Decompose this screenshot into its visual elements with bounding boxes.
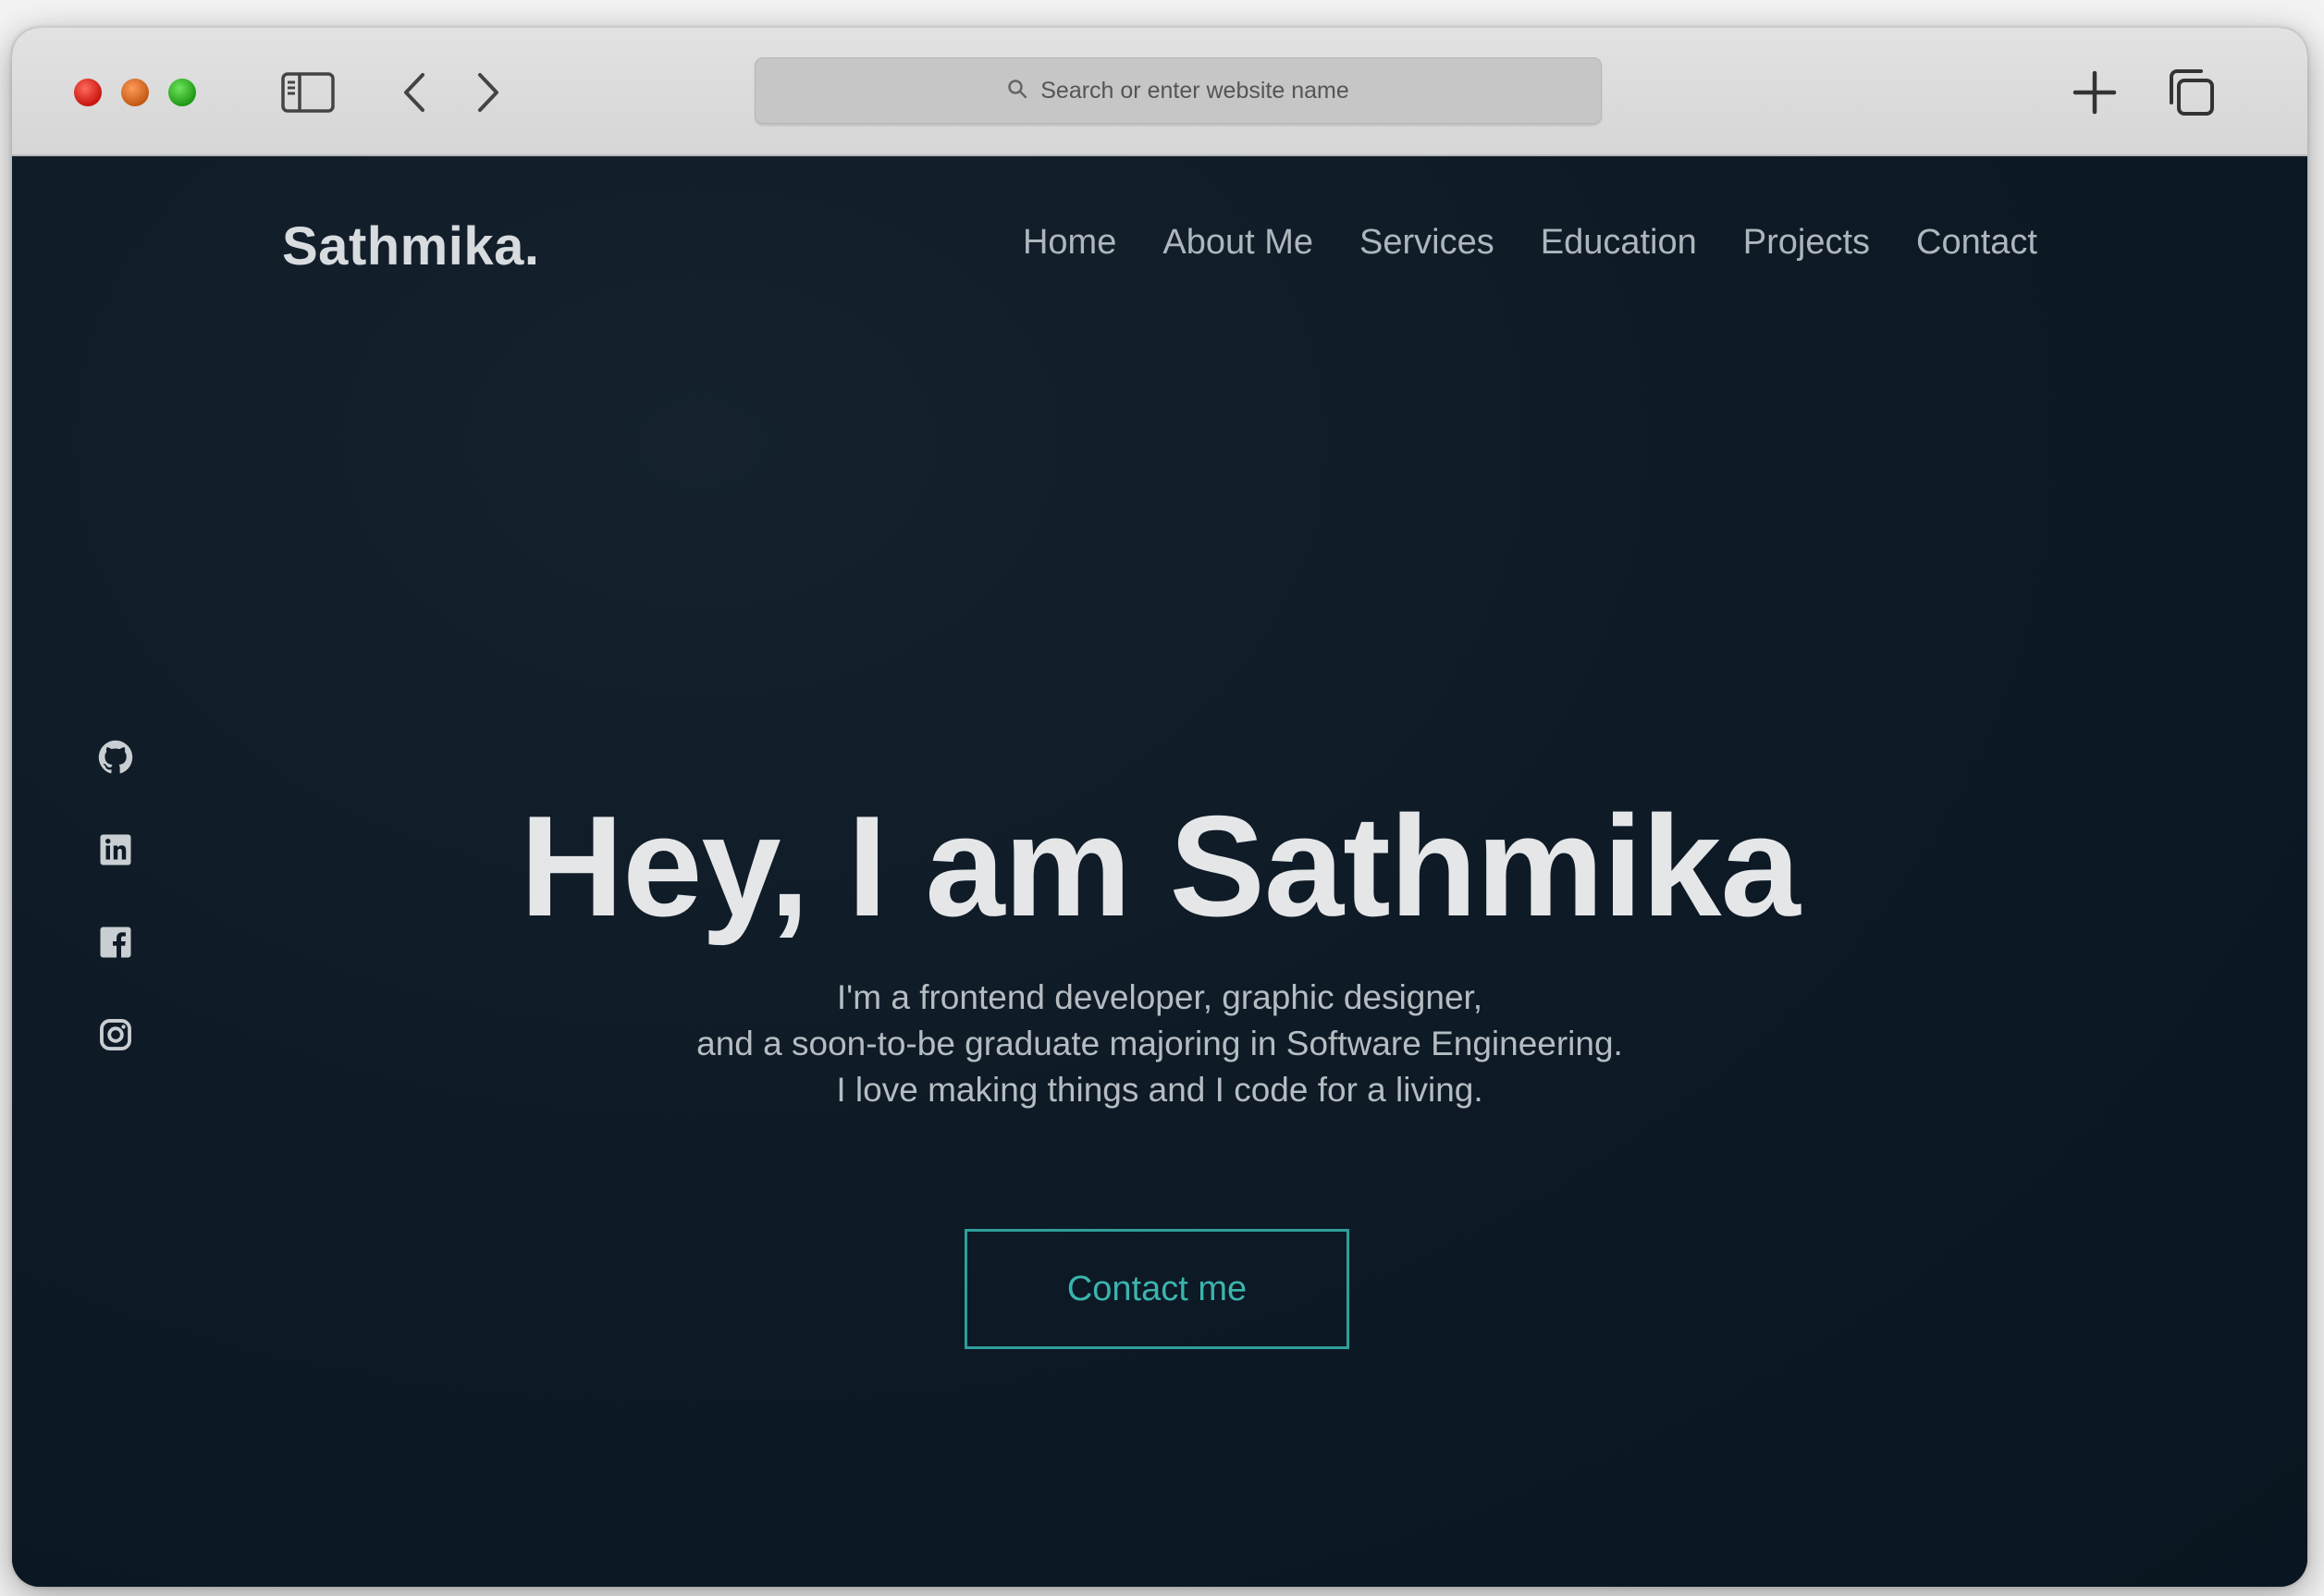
- contact-me-button[interactable]: Contact me: [965, 1229, 1349, 1349]
- plus-icon[interactable]: [2067, 65, 2122, 120]
- nav-contact[interactable]: Contact: [1916, 223, 2037, 263]
- browser-toolbar: Search or enter website name: [12, 28, 2307, 156]
- address-bar[interactable]: Search or enter website name: [755, 57, 1602, 124]
- hero-intro: I'm a frontend developer, graphic design…: [12, 975, 2307, 1113]
- minimize-window-button[interactable]: [121, 79, 149, 106]
- chevron-left-icon[interactable]: [387, 65, 442, 120]
- nav-education[interactable]: Education: [1541, 223, 1697, 263]
- site-logo[interactable]: Sathmika.: [282, 215, 540, 277]
- zoom-window-button[interactable]: [168, 79, 196, 106]
- sidebar-icon[interactable]: [280, 65, 336, 120]
- page-content: Sathmika. Home About Me Services Educati…: [12, 156, 2307, 1587]
- github-icon[interactable]: [97, 739, 134, 776]
- nav-services[interactable]: Services: [1359, 223, 1494, 263]
- tabs-overview-icon[interactable]: [2163, 65, 2219, 120]
- nav-home[interactable]: Home: [1023, 223, 1116, 263]
- chevron-right-icon[interactable]: [461, 65, 516, 120]
- nav-about-me[interactable]: About Me: [1162, 223, 1313, 263]
- close-window-button[interactable]: [74, 79, 102, 106]
- magnifier-icon: [1007, 79, 1027, 104]
- intro-line: and a soon-to-be graduate majoring in So…: [696, 1025, 1623, 1062]
- main-nav: Home About Me Services Education Project…: [1023, 223, 2037, 263]
- intro-line: I love making things and I code for a li…: [836, 1071, 1483, 1109]
- hero-section: Hey, I am Sathmika I'm a frontend develo…: [12, 794, 2307, 1113]
- intro-line: I'm a frontend developer, graphic design…: [836, 978, 1483, 1016]
- address-placeholder: Search or enter website name: [1040, 77, 1349, 104]
- hero-title: Hey, I am Sathmika: [520, 786, 1800, 946]
- browser-window: Search or enter website name Sathmika. H…: [12, 28, 2307, 1587]
- nav-projects[interactable]: Projects: [1743, 223, 1870, 263]
